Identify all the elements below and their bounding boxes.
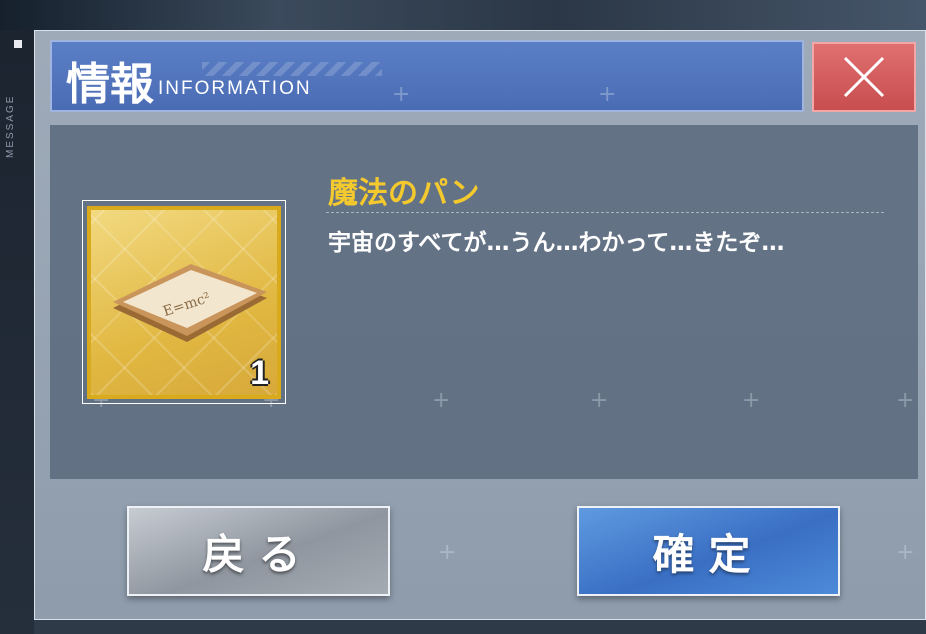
- item-description: 宇宙のすべてが…うん…わかって…きたぞ…: [328, 230, 785, 256]
- item-divider: [326, 212, 884, 213]
- decor-plus: +: [896, 540, 915, 565]
- dialog-header: 情報 INFORMATION: [50, 40, 804, 112]
- decor-plus: +: [598, 82, 617, 107]
- close-icon: [843, 56, 885, 98]
- decor-plus: +: [590, 388, 609, 413]
- confirm-button[interactable]: 確定: [577, 506, 840, 596]
- item-name: 魔法のパン: [328, 176, 480, 211]
- back-button[interactable]: 戻る: [127, 506, 390, 596]
- item-card[interactable]: E=mc² 1: [87, 206, 281, 399]
- decor-plus: +: [432, 388, 451, 413]
- magic-bread-icon: E=mc²: [113, 264, 267, 342]
- header-stripes-decoration: [202, 62, 382, 76]
- decor-plus: +: [392, 82, 411, 107]
- dialog-title: 情報: [66, 59, 154, 110]
- decor-plus: +: [438, 540, 457, 565]
- decor-plus: +: [896, 388, 915, 413]
- close-button[interactable]: [812, 42, 916, 112]
- item-count: 1: [250, 354, 269, 392]
- decor-plus: +: [742, 388, 761, 413]
- dialog-subtitle: INFORMATION: [158, 78, 312, 99]
- back-button-label: 戻る: [202, 529, 315, 579]
- side-message-label: MESSAGE: [5, 94, 16, 158]
- message-square-icon: [14, 40, 22, 48]
- top-background-strip: [0, 0, 926, 30]
- confirm-button-label: 確定: [652, 529, 765, 579]
